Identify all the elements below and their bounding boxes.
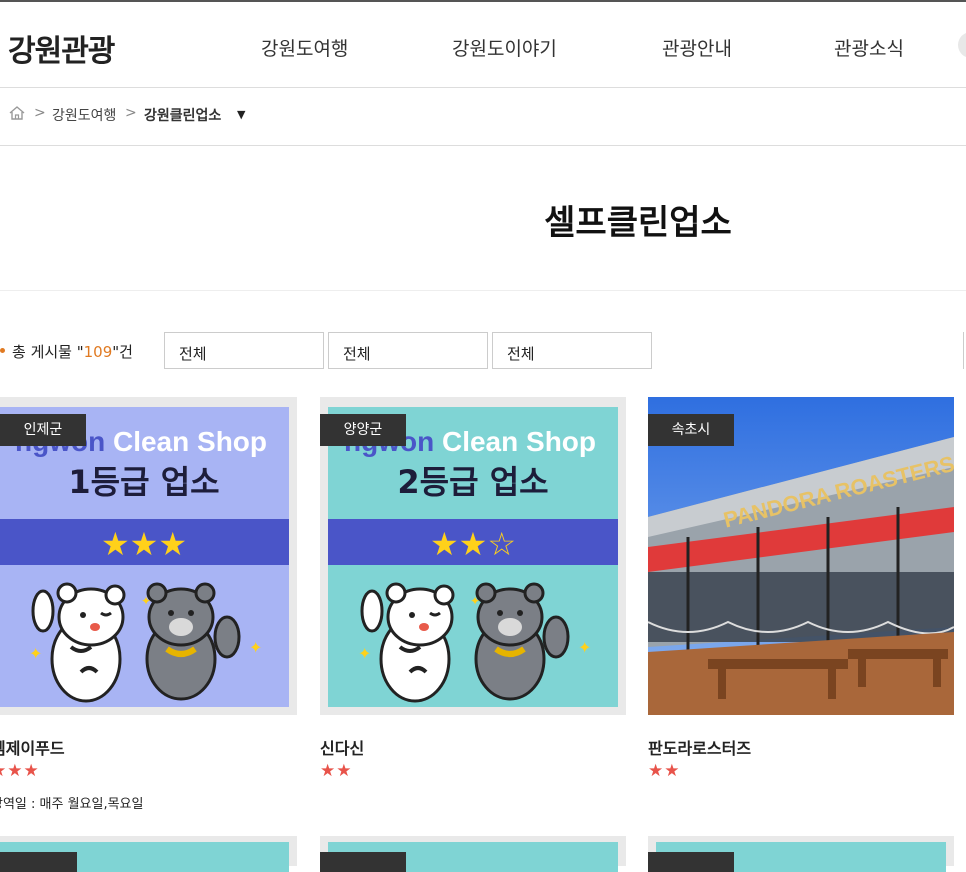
shop-card-next[interactable] (0, 836, 297, 872)
shop-card-next[interactable] (648, 836, 954, 872)
shop-title[interactable]: 신다신 (320, 735, 364, 759)
rating-stars: ★★ (648, 761, 681, 781)
bullet-icon (0, 348, 5, 353)
post-count: 총 게시물 "109"건 (12, 343, 133, 361)
home-icon[interactable] (8, 105, 26, 125)
shop-card[interactable]: PANDORA ROASTERS 속초시 판도라로스터즈 ★★ (648, 397, 954, 781)
nav-item-story[interactable]: 강원도이야기 (452, 34, 557, 61)
chevron-right-icon: > (125, 105, 137, 121)
region-badge: 인제군 (0, 414, 86, 446)
shop-note: 방역일 : 매주 월요일,목요일 (0, 797, 144, 812)
svg-text:1등급 업소: 1등급 업소 (68, 463, 219, 501)
header-menu-button[interactable] (958, 32, 966, 58)
svg-text:✦: ✦ (470, 594, 480, 608)
region-badge: 속초시 (648, 414, 734, 446)
shop-thumbnail[interactable]: PANDORA ROASTERS 속초시 (648, 397, 954, 715)
shop-card[interactable]: ngwon Clean Shop 2등급 업소 ★★☆ ✦ ✦ ✦ (320, 397, 626, 781)
shop-card[interactable]: ngwon Clean Shop 1등급 업소 ★★★ ✦ (0, 397, 297, 812)
svg-text:✦: ✦ (578, 638, 591, 657)
nav-item-travel[interactable]: 강원도여행 (261, 34, 348, 61)
shop-title[interactable]: 판도라로스터즈 (648, 735, 751, 759)
svg-text:✦: ✦ (249, 638, 262, 657)
filter-select-grade[interactable]: 전체 (492, 332, 652, 369)
site-logo[interactable]: 강원관광 (8, 26, 115, 70)
svg-text:2등급 업소: 2등급 업소 (397, 463, 548, 501)
svg-text:★★☆: ★★☆ (430, 525, 516, 563)
chevron-right-icon: > (34, 105, 46, 121)
svg-text:✦: ✦ (141, 594, 151, 608)
divider (0, 290, 966, 291)
shop-thumbnail[interactable]: ngwon Clean Shop 1등급 업소 ★★★ ✦ (0, 397, 297, 715)
caret-down-icon[interactable]: ▼ (237, 108, 245, 121)
shop-title[interactable]: 엠제이푸드 (0, 735, 65, 759)
rating-stars: ★★ (320, 761, 353, 781)
svg-text:✦: ✦ (29, 644, 42, 663)
breadcrumb: > 강원도여행 > 강원클린업소 ▼ (0, 88, 966, 146)
breadcrumb-item-current[interactable]: 강원클린업소 (144, 105, 221, 125)
post-count-number: 109 (83, 343, 113, 361)
page-title: 셀프클린업소 (544, 203, 732, 243)
region-badge: 양양군 (320, 414, 406, 446)
svg-text:★★★: ★★★ (101, 525, 187, 563)
nav-item-guide[interactable]: 관광안내 (662, 34, 732, 61)
shop-card-next[interactable] (320, 836, 626, 872)
nav-item-news[interactable]: 관광소식 (834, 34, 904, 61)
breadcrumb-item-travel[interactable]: 강원도여행 (52, 105, 116, 125)
svg-text:✦: ✦ (358, 644, 371, 663)
shop-thumbnail[interactable]: ngwon Clean Shop 2등급 업소 ★★☆ ✦ ✦ ✦ (320, 397, 626, 715)
filter-select-category[interactable]: 전체 (328, 332, 488, 369)
filter-select-region[interactable]: 전체 (164, 332, 324, 369)
site-header: 강원관광 강원도여행 강원도이야기 관광안내 관광소식 (0, 2, 966, 88)
rating-stars: ★★★ (0, 761, 40, 781)
